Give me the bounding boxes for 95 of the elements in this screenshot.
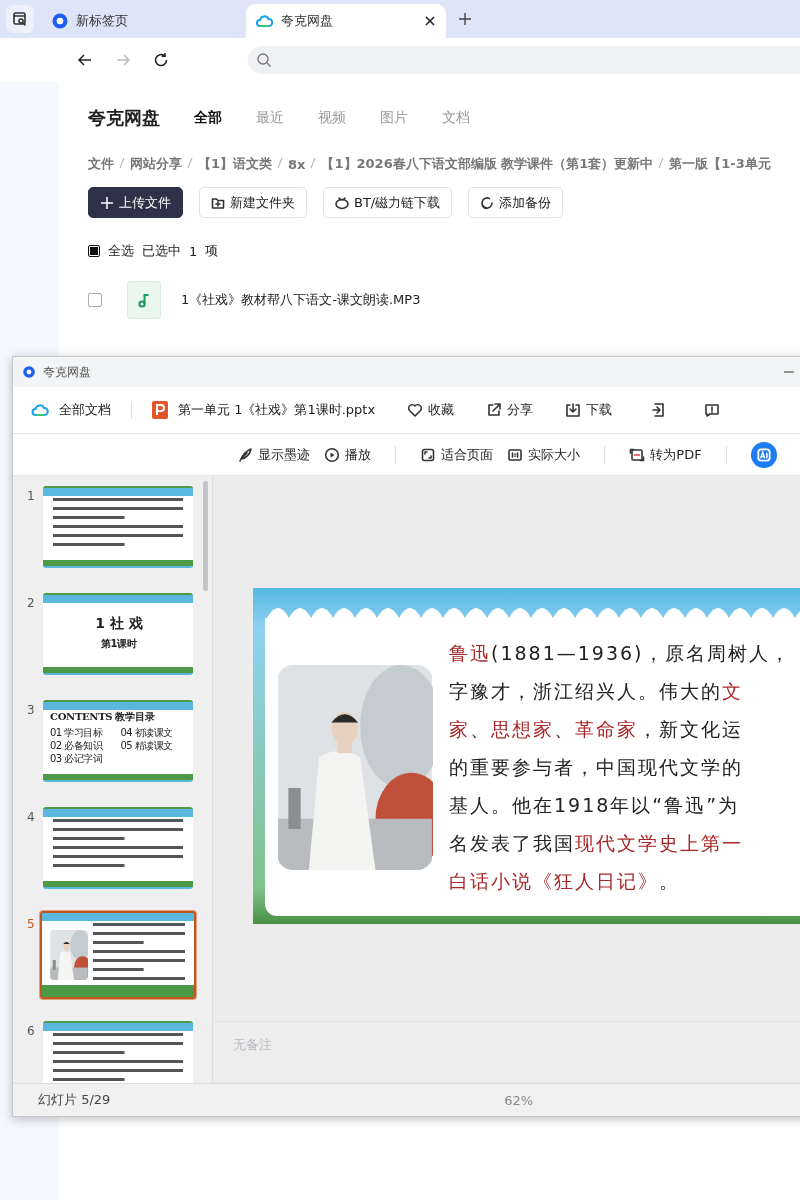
slide-thumbnail[interactable] bbox=[43, 1021, 193, 1083]
breadcrumb-separator-icon bbox=[658, 156, 665, 169]
window-title: 夸克网盘 bbox=[43, 363, 91, 381]
feather-icon bbox=[237, 446, 254, 463]
slide-thumbnail[interactable] bbox=[43, 486, 193, 568]
slide-text-line: 家、思想家、革命家，新文化运 bbox=[449, 717, 744, 742]
zoom-level: 62% bbox=[504, 1092, 534, 1108]
slide-counter: 幻灯片 5/29 bbox=[38, 1091, 111, 1109]
select-all-checkbox[interactable] bbox=[88, 245, 100, 257]
breadcrumb-separator-icon bbox=[187, 156, 193, 169]
contents-item: 01 学习目标 bbox=[50, 726, 104, 739]
fit-page-icon bbox=[420, 446, 437, 463]
download-icon bbox=[565, 402, 582, 418]
slide-thumbnail[interactable]: CONTENTS 教学目录 01 学习目标 02 必备知识 03 必记字词 04 初读课文 05 精读课文 bbox=[43, 700, 193, 782]
breadcrumb-link[interactable]: 8x bbox=[288, 156, 306, 172]
slide-text-line: 字豫才，浙江绍兴人。伟大的文 bbox=[449, 679, 744, 704]
music-note-icon bbox=[137, 292, 151, 308]
site-logo[interactable]: 夸克网盘 bbox=[88, 106, 160, 130]
slide-number: 3 bbox=[27, 702, 35, 717]
header-action-button[interactable]: 收藏 bbox=[407, 401, 455, 419]
toolbar-button[interactable]: 实际大小 bbox=[507, 445, 581, 464]
selection-unit: 项 bbox=[205, 242, 219, 260]
breadcrumb-separator-icon bbox=[310, 156, 317, 169]
breadcrumb-link[interactable]: 网站分享 bbox=[130, 155, 182, 173]
slide-number: 1 bbox=[27, 488, 35, 503]
all-documents-link[interactable]: 全部文档 bbox=[59, 401, 111, 419]
slide-number: 6 bbox=[27, 1023, 35, 1038]
slide-text-line: 的重要参与者，中国现代文学的 bbox=[449, 755, 744, 780]
slide-number: 4 bbox=[27, 809, 35, 824]
breadcrumb-link[interactable]: 【1】2026春八下语文部编版 教学课件（第1套）更新中 bbox=[321, 155, 654, 173]
toolbar-button[interactable]: 新建文件夹 bbox=[199, 187, 307, 218]
breadcrumb-link[interactable]: 文件 bbox=[88, 155, 114, 173]
cloud-icon bbox=[256, 13, 273, 29]
breadcrumb-link[interactable]: 【1】语文类 bbox=[198, 155, 273, 173]
browser-tab[interactable]: 夸克网盘 bbox=[246, 4, 446, 38]
slide-thumbnail[interactable] bbox=[40, 911, 196, 999]
plus-icon bbox=[100, 195, 114, 210]
close-icon[interactable] bbox=[424, 15, 436, 27]
folder-add-icon bbox=[211, 195, 225, 210]
breadcrumb-link[interactable]: 第一版【1-3单元 bbox=[669, 155, 771, 173]
slide-text-line: 基人。他在1918年以“鲁迅”为 bbox=[449, 793, 741, 818]
header-action-button[interactable]: 分享 bbox=[486, 401, 534, 419]
thumbnail-title: 1 社 戏 bbox=[94, 615, 144, 633]
presentation-file-icon bbox=[152, 401, 168, 419]
category-tab[interactable]: 全部 bbox=[194, 109, 222, 127]
toolbar-button[interactable]: 适合页面 bbox=[420, 445, 494, 464]
search-icon bbox=[256, 52, 272, 68]
toolbar-button[interactable]: BT/磁力链下载 bbox=[323, 187, 453, 218]
heart-icon bbox=[407, 402, 424, 418]
toolbar-button[interactable]: 播放 bbox=[324, 445, 372, 464]
selection-status: 已选中 bbox=[142, 242, 181, 260]
thumbnail-heading: CONTENTS 教学目录 bbox=[50, 710, 156, 724]
document-title: 第一单元 1《社戏》第1课时.pptx bbox=[178, 401, 376, 419]
slide-text-line: 白话小说《狂人日记》。 bbox=[449, 869, 681, 894]
sync-icon bbox=[480, 195, 495, 210]
bt-download-icon bbox=[335, 195, 349, 210]
browser-tab[interactable]: 新标签页 bbox=[42, 4, 242, 38]
slide-number: 5 bbox=[27, 916, 35, 931]
slide-text-line: 鲁迅(1881—1936)，原名周树人， bbox=[449, 641, 791, 666]
toolbar-button[interactable]: 添加备份 bbox=[468, 187, 564, 218]
share-icon bbox=[486, 402, 503, 418]
new-tab-icon[interactable] bbox=[458, 12, 472, 26]
toolbar-button[interactable]: 转为PDF bbox=[629, 445, 702, 464]
thumbnail-subtitle: 第1课时 bbox=[99, 637, 139, 651]
pdf-convert-icon bbox=[629, 446, 646, 463]
contents-item: 05 精读课文 bbox=[120, 739, 174, 752]
toolbar-button[interactable]: 上传文件 bbox=[88, 187, 183, 218]
file-checkbox[interactable] bbox=[88, 293, 102, 307]
slide-thumbnail[interactable] bbox=[43, 807, 193, 889]
scrollbar[interactable] bbox=[203, 481, 208, 591]
breadcrumb-separator-icon bbox=[277, 156, 284, 169]
breadcrumb-separator-icon bbox=[119, 156, 125, 169]
tab-search-button[interactable] bbox=[6, 5, 34, 33]
ai-assistant-icon[interactable] bbox=[750, 441, 777, 468]
contents-item: 04 初读课文 bbox=[120, 726, 174, 739]
address-field[interactable] bbox=[248, 46, 800, 74]
slide-thumbnail[interactable]: 1 社 戏 第1课时 bbox=[43, 593, 193, 675]
play-icon bbox=[324, 446, 341, 463]
slide-number: 2 bbox=[27, 595, 35, 610]
exit-icon[interactable] bbox=[650, 402, 667, 418]
app-logo-icon bbox=[23, 366, 35, 378]
actual-size-icon bbox=[507, 446, 524, 463]
contents-item: 02 必备知识 bbox=[50, 739, 104, 752]
slide-text-line: 名发表了我国 现代文学史上第一 bbox=[449, 831, 744, 856]
file-name[interactable]: 1《社戏》教材帮八下语文-课文朗读.MP3 bbox=[181, 291, 421, 309]
header-action-button[interactable]: 下载 bbox=[565, 401, 613, 419]
select-all-label[interactable]: 全选 bbox=[108, 242, 134, 260]
browser-logo-icon bbox=[52, 13, 68, 29]
report-icon[interactable] bbox=[704, 402, 721, 418]
contents-item: 03 必记字词 bbox=[50, 752, 104, 765]
toolbar-button[interactable]: 显示墨迹 bbox=[237, 445, 311, 464]
reload-icon[interactable] bbox=[152, 51, 170, 69]
cloud-icon bbox=[31, 402, 49, 418]
tab-search-icon bbox=[12, 11, 28, 27]
selection-count: 1 bbox=[189, 243, 198, 259]
